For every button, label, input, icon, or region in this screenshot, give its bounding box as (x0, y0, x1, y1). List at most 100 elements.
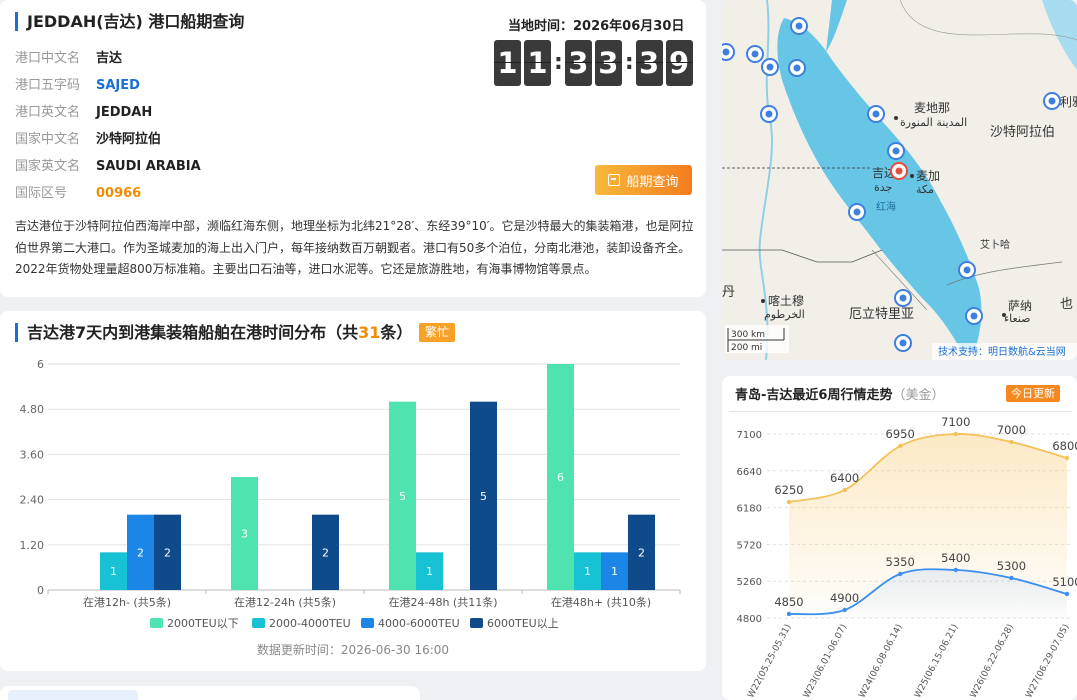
label-asir: 艾卜哈 (980, 238, 1010, 251)
bar-value-label: 5 (480, 490, 487, 503)
label-jeddah-ar: جدة (874, 181, 892, 194)
bar-value-label: 1 (426, 565, 433, 578)
pin-core (970, 312, 978, 320)
field-value: 00966 (96, 186, 142, 201)
x-tick-label: W25(06.15-06.21) (913, 623, 960, 700)
schedule-query-button[interactable]: 船期查询 (595, 165, 692, 195)
pin-core (872, 110, 880, 118)
series-point (842, 607, 847, 613)
legend-swatch (252, 618, 265, 628)
port-pin-icon[interactable] (894, 334, 912, 352)
port-pin-icon[interactable] (958, 261, 976, 279)
label-medina: 麦地那 (914, 101, 950, 115)
pin-core (899, 339, 907, 347)
point-value-label: 5400 (941, 551, 970, 565)
label-sanaa: 萨纳 (1008, 299, 1032, 313)
x-tick-label: 在港24-48h (共11条) (388, 595, 497, 609)
scale-mi: 200 mi (731, 343, 762, 353)
y-tick-label: 6 (37, 358, 44, 371)
city-dot (894, 116, 898, 120)
label-eritrea: 厄立特里亚 (849, 307, 914, 322)
port-pin-icon[interactable] (722, 43, 735, 61)
legend-swatch (470, 618, 483, 628)
x-tick-label: 在港48h+ (共10条) (551, 595, 651, 609)
port-pin-icon[interactable] (790, 17, 808, 35)
clock-separator: : (554, 50, 563, 75)
y-tick-label: 5260 (737, 577, 762, 588)
point-value-label: 6400 (830, 471, 859, 485)
port-info-card: JEDDAH(吉达) 港口船期查询 港口中文名 吉达 港口五字码 SAJED 港口英… (0, 0, 706, 297)
port-pin-icon[interactable] (867, 105, 885, 123)
label-khartoum-ar: الخرطوم (764, 308, 805, 321)
tab-active[interactable] (8, 690, 138, 700)
scale-km: 300 km (731, 330, 765, 340)
label-dan: 丹 (722, 285, 735, 300)
port-pin-icon[interactable] (761, 58, 779, 76)
info-row-country-cn: 国家中文名 沙特阿拉伯 (15, 128, 161, 147)
y-tick-label: 0 (37, 584, 44, 597)
clock-digit: 1 (494, 40, 521, 86)
map-canvas[interactable]: 麦地那 المدينة المنورة 沙特阿拉伯 吉达 جدة 麦加 مكة … (722, 0, 1077, 360)
field-value: 沙特阿拉伯 (96, 132, 162, 147)
label-sanaa-ar: صنعاء (1004, 312, 1031, 325)
x-tick-label: W27(06.29-07.05) (1024, 623, 1071, 700)
label-saudi: 沙特阿拉伯 (990, 125, 1055, 140)
label-riyadh: 利雅 (1060, 94, 1077, 109)
series-point (786, 499, 792, 505)
port-pin-icon[interactable] (760, 105, 778, 123)
info-row-country-en: 国家英文名 SAUDI ARABIA (15, 155, 201, 174)
dwell-time-bar-chart: 0 1.20 2.40 3.60 4.80 6 1 2 2 在港12h- (共5条) 3 2 在港12-… (20, 358, 681, 657)
bar-value-label: 2 (164, 546, 171, 559)
point-value-label: 7000 (997, 423, 1026, 437)
map-scale: 300 km 200 mi (725, 325, 789, 353)
clock-digit: 3 (635, 40, 663, 86)
clock-digit: 9 (665, 40, 693, 86)
port-map[interactable]: 麦地那 المدينة المنورة 沙特阿拉伯 吉达 جدة 麦加 مكة … (722, 0, 1077, 360)
x-tick-label: W23(06.01-06.07) (802, 623, 849, 700)
port-pin-icon[interactable] (887, 142, 905, 160)
pin-core (963, 266, 971, 274)
port-pin-icon[interactable] (788, 59, 806, 77)
field-value[interactable]: SAJED (96, 78, 140, 93)
chart-bars (100, 364, 655, 590)
port-pin-icon[interactable] (965, 307, 983, 325)
info-row-unlocode: 港口五字码 SAJED (15, 74, 140, 93)
point-value-label: 6950 (886, 427, 915, 441)
pin-core (766, 63, 774, 71)
bar-value-label: 2 (137, 546, 144, 559)
pin-core (899, 294, 907, 302)
point-value-label: 7100 (941, 415, 970, 429)
legend-label: 6000TEU以上 (487, 617, 559, 630)
legend-label: 4000-6000TEU (378, 617, 460, 630)
city-dot (910, 174, 914, 178)
field-value: JEDDAH (96, 105, 153, 120)
page-title: JEDDAH(吉达) 港口船期查询 (15, 12, 244, 31)
chart-legend: 2000TEU以下 2000-4000TEU 4000-6000TEU 6000TEU… (150, 617, 559, 630)
jeddah-marker-icon[interactable] (890, 162, 908, 180)
port-pin-icon[interactable] (1043, 92, 1061, 110)
local-clock: 1 1 : 3 3 : 3 9 (494, 40, 696, 86)
y-tick-label: 4800 (737, 614, 762, 625)
bar-value-label: 1 (584, 565, 591, 578)
port-pin-icon[interactable] (848, 203, 866, 221)
label-red-sea: 红海 (876, 200, 896, 213)
point-value-label: 5300 (997, 559, 1026, 573)
port-pin-icon[interactable] (894, 289, 912, 307)
legend-swatch (150, 618, 163, 628)
label-ye: 也 (1060, 297, 1073, 312)
series-point (1064, 591, 1070, 597)
x-tick-label: W24(06.08-06.14) (857, 623, 904, 700)
point-value-label: 5350 (886, 555, 915, 569)
field-value: SAUDI ARABIA (96, 159, 201, 174)
x-tick-label: 在港12-24h (共5条) (234, 595, 336, 609)
bar-value-label: 2 (638, 546, 645, 559)
freight-trend-chart: 4800 5260 5720 6180 6640 7100 6250 6400 6950 7100… (737, 415, 1077, 700)
port-pin-icon[interactable] (746, 45, 764, 63)
point-value-label: 4850 (774, 595, 803, 609)
y-tick-label: 7100 (737, 430, 762, 441)
label-mecca-ar: مكة (916, 183, 934, 196)
label-mecca: 麦加 (916, 169, 940, 183)
legend-label: 2000TEU以下 (167, 617, 239, 630)
series-point (1009, 575, 1014, 581)
clock-digit: 1 (524, 40, 551, 86)
